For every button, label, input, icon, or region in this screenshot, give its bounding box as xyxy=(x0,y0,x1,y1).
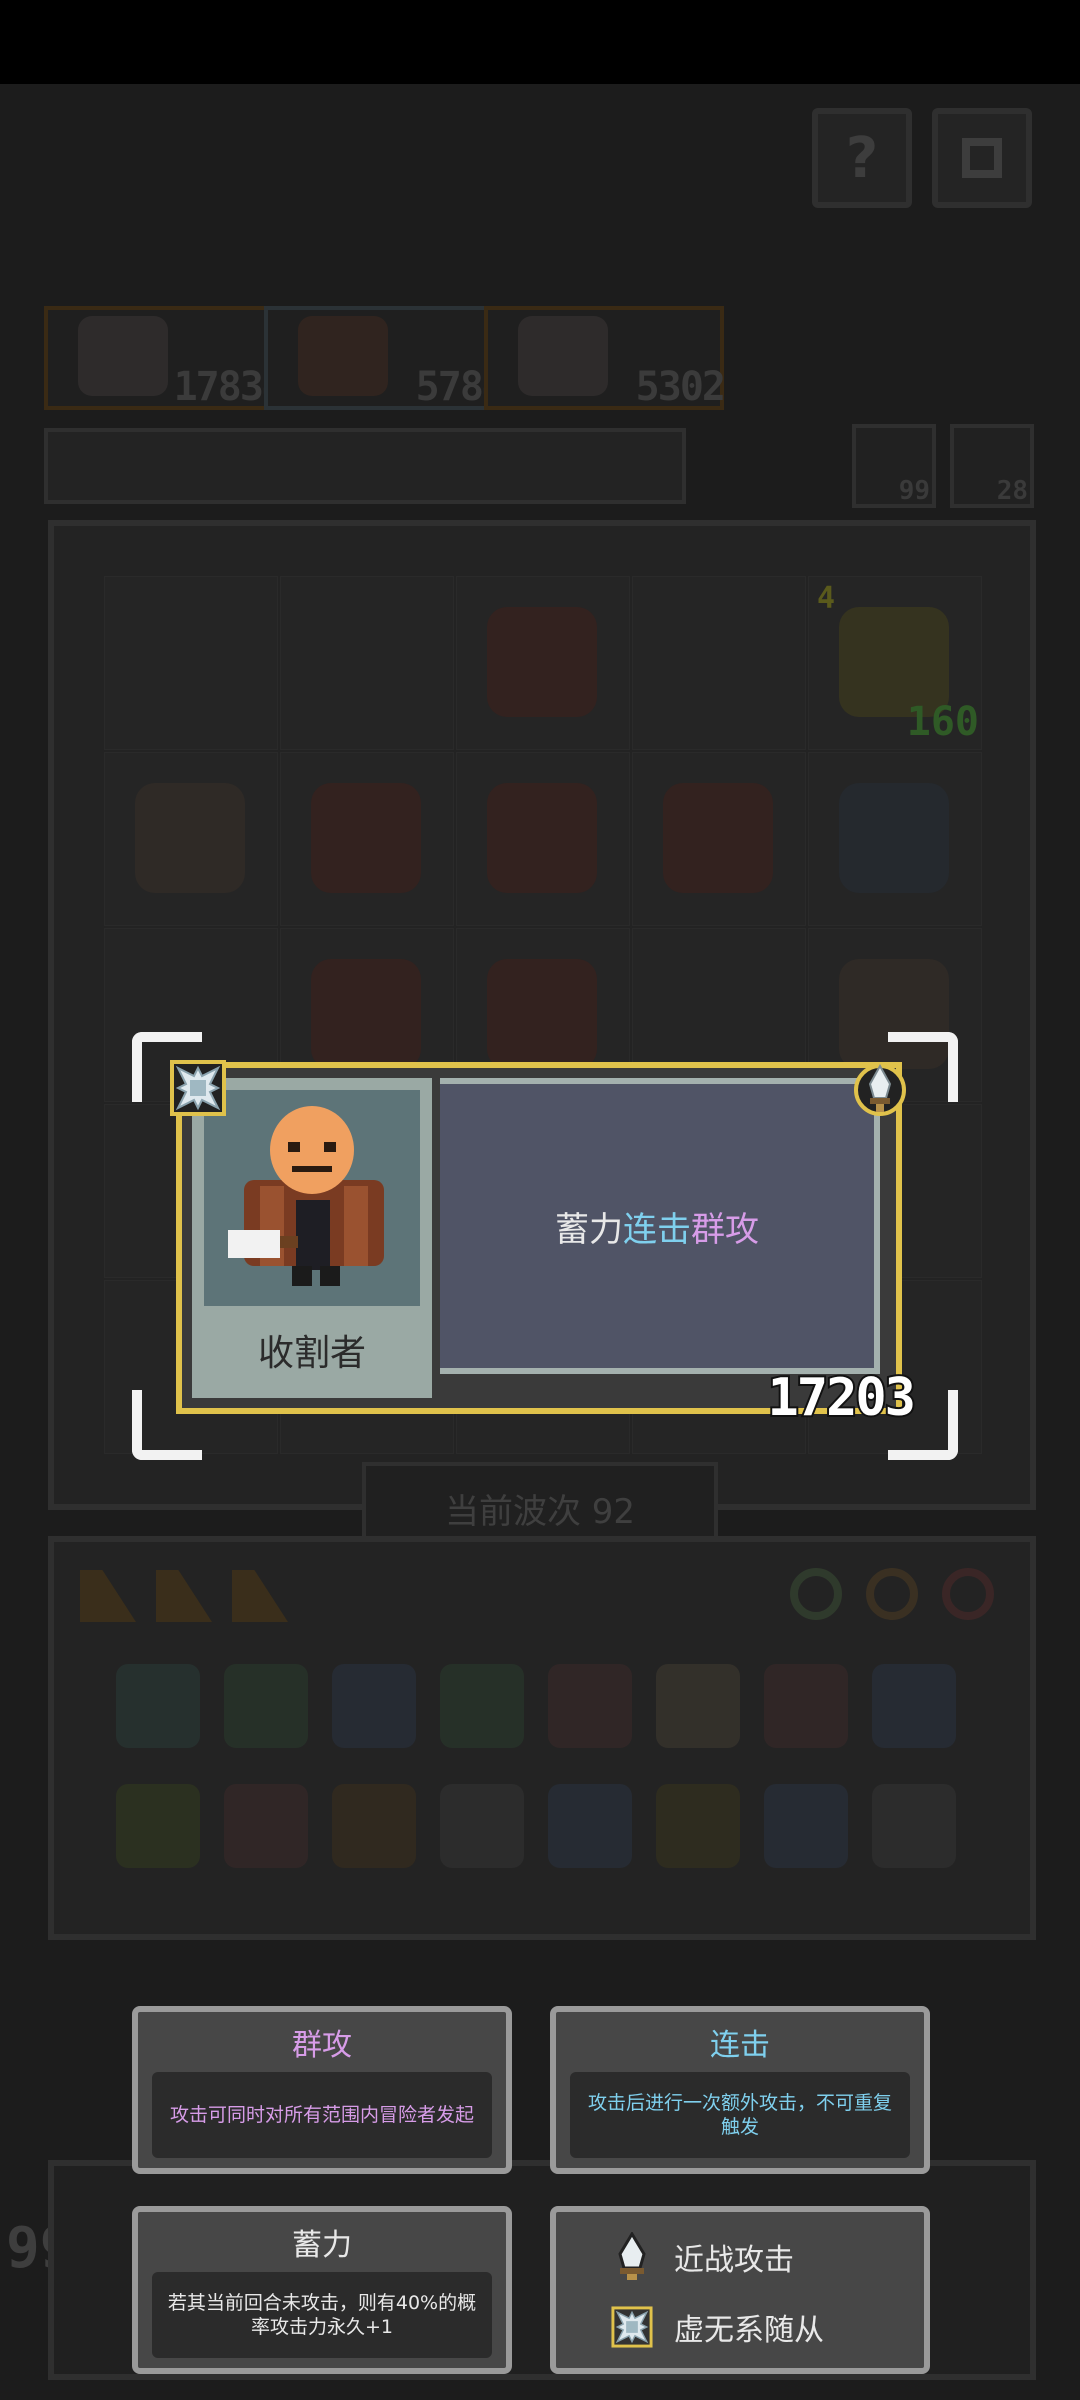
trait-tip-charge: 蓄力 若其当前回合未攻击，则有40%的概率攻击力永久+1 xyxy=(132,2206,512,2374)
tip-title: 连击 xyxy=(710,2028,770,2063)
inventory-item[interactable] xyxy=(116,1784,200,1868)
unit-portrait xyxy=(204,1090,420,1306)
inventory-item[interactable] xyxy=(224,1664,308,1748)
dagger-icon xyxy=(854,1063,906,1116)
trait-summary: 蓄力 连击 群攻 xyxy=(440,1078,880,1374)
inventory-item[interactable] xyxy=(332,1784,416,1868)
unit-power-score: 17203 xyxy=(765,1366,918,1430)
board-cell[interactable] xyxy=(632,752,806,926)
board-cell[interactable] xyxy=(456,752,630,926)
void-emblem-icon xyxy=(611,2306,653,2348)
board-cell[interactable] xyxy=(280,576,454,750)
unit-hp: 160 xyxy=(906,699,979,745)
trait-storage: 蓄力 xyxy=(555,1209,623,1250)
board-cell[interactable] xyxy=(632,576,806,750)
gear-icon xyxy=(962,138,1002,178)
hero-score: 5302 xyxy=(635,364,726,410)
board-cell[interactable] xyxy=(456,576,630,750)
bear-monster xyxy=(487,607,597,717)
inventory-item[interactable] xyxy=(116,1664,200,1748)
inventory-item[interactable] xyxy=(656,1784,740,1868)
progress-bar xyxy=(44,428,686,504)
demon-monster xyxy=(135,783,245,893)
tip-body: 攻击可同时对所有范围内冒险者发起 xyxy=(152,2072,492,2158)
hero-card[interactable]: 17834 xyxy=(44,306,286,410)
tag-melee: 近战攻击 xyxy=(618,2232,794,2282)
unit-level: 4 xyxy=(817,581,836,616)
inventory-item[interactable] xyxy=(872,1664,956,1748)
reroll-count: 99 xyxy=(898,476,930,506)
tip-body: 攻击后进行一次额外攻击，不可重复触发 xyxy=(570,2072,910,2158)
tip-title: 蓄力 xyxy=(292,2228,352,2263)
portrait-panel: 收割者 xyxy=(192,1078,432,1398)
dagger-icon xyxy=(618,2232,646,2280)
hero-portrait xyxy=(78,316,168,396)
void-emblem-icon xyxy=(170,1060,226,1116)
hero-portrait xyxy=(298,316,388,396)
inventory-item[interactable] xyxy=(656,1664,740,1748)
reroll-button[interactable]: 99 xyxy=(852,424,936,508)
reaper-monster xyxy=(311,783,421,893)
card-slots xyxy=(80,1564,290,1628)
hero-card[interactable]: 5302 xyxy=(484,306,726,410)
card-slot-icon[interactable] xyxy=(232,1570,288,1622)
inventory-item[interactable] xyxy=(224,1784,308,1868)
board-cell[interactable] xyxy=(280,752,454,926)
board-cell[interactable] xyxy=(808,752,982,926)
inventory-item[interactable] xyxy=(440,1664,524,1748)
tip-title: 群攻 xyxy=(292,2028,352,2063)
hero-portrait xyxy=(518,316,608,396)
inventory-item[interactable] xyxy=(764,1784,848,1868)
ring-icon[interactable] xyxy=(942,1568,994,1620)
tag-void: 虚无系随从 xyxy=(611,2302,824,2352)
reaper-sprite xyxy=(228,1106,384,1286)
board-cell[interactable] xyxy=(104,576,278,750)
ring-icon[interactable] xyxy=(790,1568,842,1620)
trait-combo: 连击 xyxy=(623,1209,691,1250)
unit-name: 收割者 xyxy=(257,1333,366,1374)
hero-card[interactable]: 5784 xyxy=(264,306,506,410)
trait-tip-combo: 连击 攻击后进行一次额外攻击，不可重复触发 xyxy=(550,2006,930,2174)
board-cell[interactable] xyxy=(104,752,278,926)
tip-body: 若其当前回合未攻击，则有40%的概率攻击力永久+1 xyxy=(152,2272,492,2358)
inventory-item[interactable] xyxy=(764,1664,848,1748)
inventory-item[interactable] xyxy=(548,1784,632,1868)
inventory-item[interactable] xyxy=(548,1664,632,1748)
settings-button[interactable] xyxy=(932,108,1032,208)
unit-info-card: 收割者 蓄力 连击 群攻 17203 xyxy=(176,1062,918,1430)
unit-tags-panel: 近战攻击 虚无系随从 xyxy=(550,2206,930,2374)
bat-monster xyxy=(487,959,597,1069)
ring-slots xyxy=(790,1564,1010,1624)
tag-label: 虚无系随从 xyxy=(674,2313,824,2348)
inventory-item[interactable] xyxy=(440,1784,524,1868)
inventory-item[interactable] xyxy=(872,1784,956,1868)
status-bar xyxy=(0,0,1080,84)
reaper-monster xyxy=(311,959,421,1069)
trait-aoe: 群攻 xyxy=(691,1209,759,1250)
card-slot-icon[interactable] xyxy=(156,1570,212,1622)
ghost-monster xyxy=(839,783,949,893)
key-count: 28 xyxy=(996,476,1028,506)
card-slot-icon[interactable] xyxy=(80,1570,136,1622)
inventory-item[interactable] xyxy=(332,1664,416,1748)
reaper-monster xyxy=(487,783,597,893)
key-button[interactable]: 28 xyxy=(950,424,1034,508)
ring-icon[interactable] xyxy=(866,1568,918,1620)
reaper-monster xyxy=(663,783,773,893)
tag-label: 近战攻击 xyxy=(674,2243,794,2278)
board-cell[interactable]: 4 160 xyxy=(808,576,982,750)
trait-tip-aoe: 群攻 攻击可同时对所有范围内冒险者发起 xyxy=(132,2006,512,2174)
help-button[interactable]: ? xyxy=(812,108,912,208)
